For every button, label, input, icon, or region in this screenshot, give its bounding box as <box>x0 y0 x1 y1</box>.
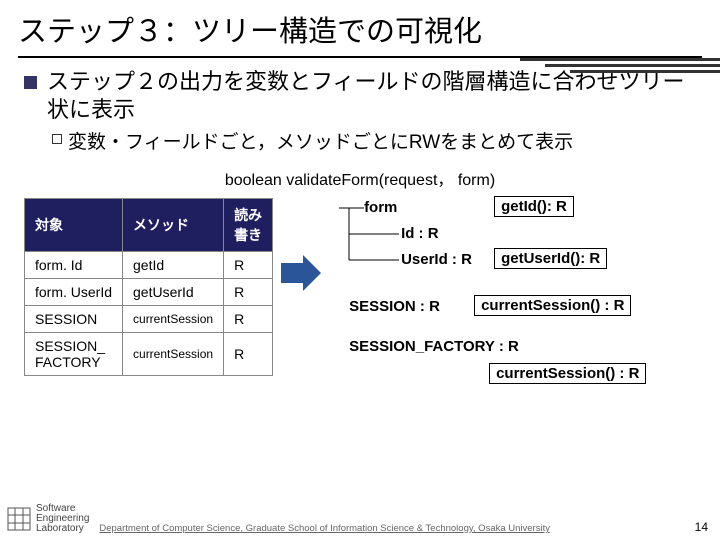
bullet-l2-text: 変数・フィールドごと，メソッドごとにRWをまとめて表示 <box>68 127 573 154</box>
lab-logo: Software Engineering Laboratory <box>6 504 89 534</box>
cell-method: currentSession <box>123 306 224 333</box>
code-signature: boolean validateForm(request， form) <box>18 166 702 190</box>
cell-rw: R <box>224 252 273 279</box>
tree-session: SESSION : R <box>349 298 440 315</box>
department-text: Department of Computer Science, Graduate… <box>99 523 686 534</box>
tree-root: form <box>364 199 397 216</box>
slide-title: ステップ３：ツリー構造での可視化 <box>18 8 702 50</box>
th-rw: 読み 書き <box>224 199 273 252</box>
th-method: メソッド <box>123 199 224 252</box>
page-number: 14 <box>695 520 708 534</box>
cell-rw: R <box>224 306 273 333</box>
tree-sessionfactory: SESSION_FACTORY : R <box>349 338 519 355</box>
tree-id: Id : R <box>401 225 439 242</box>
cell-target: SESSION_ FACTORY <box>25 333 123 376</box>
footer: Software Engineering Laboratory Departme… <box>0 504 720 534</box>
cell-method: currentSession <box>123 333 224 376</box>
corner-decoration <box>520 58 720 76</box>
tree-cursession1-box: currentSession() : R <box>474 295 631 316</box>
tree-getid-box: getId(): R <box>494 196 574 217</box>
cell-rw: R <box>224 279 273 306</box>
tree-diagram: form getId(): R Id : R UserId : R getUse… <box>329 198 702 408</box>
square-bullet-icon <box>24 76 37 89</box>
bullet-level2: 変数・フィールドごと，メソッドごとにRWをまとめて表示 <box>52 127 702 154</box>
cell-target: SESSION <box>25 306 123 333</box>
th-target: 対象 <box>25 199 123 252</box>
arrow-icon <box>281 198 321 348</box>
bullet-l1-text: ステップ２の出力を変数とフィールドの階層構造に合わせツリー状に表示 <box>47 68 702 123</box>
table-row: SESSION_ FACTORY currentSession R <box>25 333 273 376</box>
rw-table: 対象 メソッド 読み 書き form. Id getId R form. Use… <box>24 198 273 376</box>
logo-icon <box>6 506 32 532</box>
table-row: form. UserId getUserId R <box>25 279 273 306</box>
cell-target: form. Id <box>25 252 123 279</box>
cell-method: getUserId <box>123 279 224 306</box>
tree-cursession2-box: currentSession() : R <box>489 363 646 384</box>
tree-userid: UserId : R <box>401 251 472 268</box>
logo-line3: Laboratory <box>36 524 89 534</box>
cell-target: form. UserId <box>25 279 123 306</box>
bullet-level1: ステップ２の出力を変数とフィールドの階層構造に合わせツリー状に表示 <box>24 68 702 123</box>
table-row: SESSION currentSession R <box>25 306 273 333</box>
tree-getuserid-box: getUserId(): R <box>494 248 607 269</box>
hollow-square-bullet-icon <box>52 134 62 144</box>
cell-method: getId <box>123 252 224 279</box>
cell-rw: R <box>224 333 273 376</box>
table-row: form. Id getId R <box>25 252 273 279</box>
